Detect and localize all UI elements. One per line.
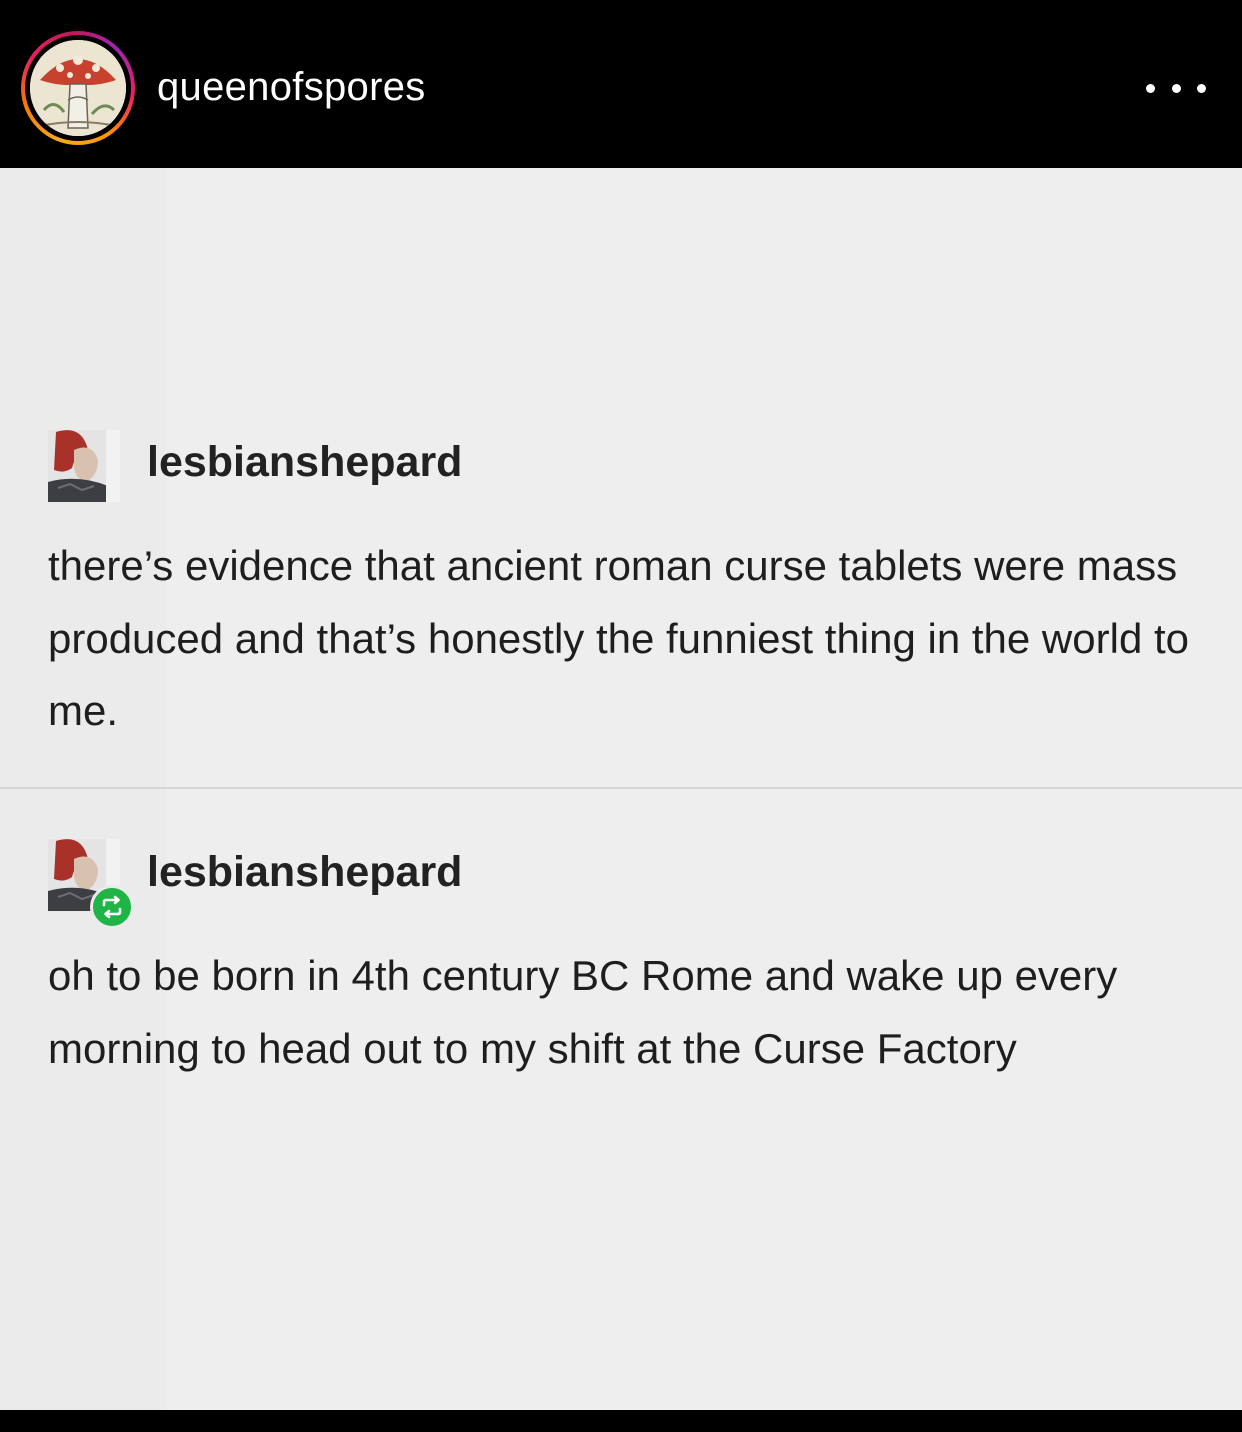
tumblr-screenshot: lesbianshepard there’s evidence that anc…	[0, 168, 1242, 1410]
story-ring[interactable]	[21, 31, 135, 145]
profile-avatar[interactable]	[30, 40, 126, 136]
reblog-icon	[102, 895, 122, 919]
tumblr-username: lesbianshepard	[147, 438, 463, 486]
more-dot-icon	[1197, 83, 1206, 93]
more-options-button[interactable]	[1146, 70, 1206, 106]
tumblr-post-text: there’s evidence that ancient roman curs…	[48, 542, 1189, 734]
mushroom-illustration-icon	[30, 40, 126, 136]
entry-divider	[0, 787, 1242, 789]
portrait-avatar-icon	[48, 430, 120, 502]
tumblr-username: lesbianshepard	[147, 848, 463, 896]
bottom-edge-bar	[0, 1410, 1242, 1432]
more-dot-icon	[1146, 83, 1155, 93]
post-image: lesbianshepard there’s evidence that anc…	[0, 168, 1242, 1410]
reblog-badge	[90, 885, 134, 929]
tumblr-post-text: oh to be born in 4th century BC Rome and…	[48, 952, 1118, 1072]
tumblr-avatar	[48, 430, 120, 502]
header-username[interactable]: queenofspores	[157, 62, 426, 112]
more-dot-icon	[1171, 83, 1181, 93]
post-header: queenofspores	[0, 0, 1242, 168]
